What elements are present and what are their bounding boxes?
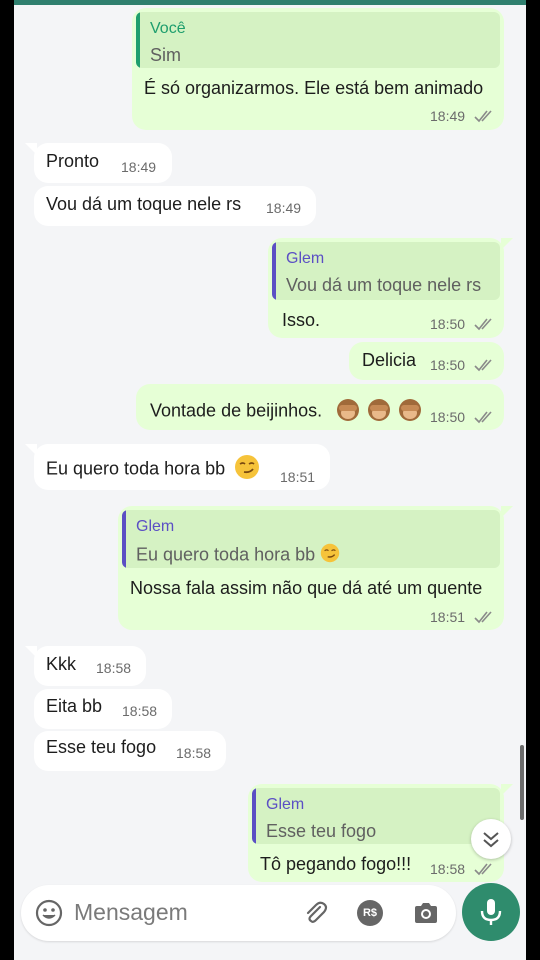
message-text: Nossa fala assim não que dá até um quent… (130, 578, 483, 598)
quote-author: Você (150, 20, 186, 37)
message-time: 18:50 (430, 357, 466, 373)
message-text: É só organizarmos. Ele está bem animado (144, 78, 484, 98)
message-time: 18:49 (121, 159, 157, 175)
message-bubble-outgoing[interactable]: Delicia 18:50 (349, 342, 504, 380)
mic-icon (480, 899, 502, 925)
message-time: 18:58 (176, 745, 212, 761)
quoted-message[interactable]: Você Sim (136, 12, 500, 68)
message-bubble-outgoing[interactable]: Glem Vou dá um toque nele rs Isso. 18:50 (268, 238, 513, 338)
emoji-icon[interactable] (34, 898, 64, 928)
message-bubble-outgoing[interactable]: Glem Eu quero toda hora bb Nossa fala as… (118, 506, 513, 630)
quoted-message[interactable]: Glem Eu quero toda hora bb (122, 510, 500, 568)
see-no-evil-monkey-icon (335, 396, 361, 427)
quote-text: Eu quero toda hora bb (136, 543, 340, 568)
quoted-message[interactable]: Glem Vou dá um toque nele rs (272, 242, 500, 300)
message-bubble-outgoing[interactable]: Vontade de beijinhos. 18:50 (136, 384, 504, 430)
message-bubble-outgoing[interactable]: Glem Esse teu fogo Tô pegando fogo!!! 18… (248, 784, 513, 882)
attach-icon[interactable] (300, 898, 330, 928)
quoted-message[interactable]: Glem Esse teu fogo (252, 788, 500, 844)
message-input[interactable]: Mensagem (74, 899, 188, 926)
scroll-to-bottom-button[interactable] (471, 819, 511, 859)
message-bubble-incoming[interactable]: Eita bb 18:58 (34, 689, 172, 729)
read-receipt-icon (474, 110, 492, 123)
read-receipt-icon (474, 611, 492, 624)
message-text-body: Eu quero toda hora bb (46, 458, 226, 479)
quote-text: Sim (150, 45, 181, 65)
smirking-face-icon (320, 543, 340, 568)
message-text: Tô pegando fogo!!! (260, 854, 412, 874)
read-receipt-icon (474, 318, 492, 331)
double-chevron-down-icon (483, 832, 499, 848)
payment-icon[interactable]: R$ (357, 900, 383, 926)
message-text: Eita bb (46, 696, 103, 716)
quote-text: Vou dá um toque nele rs (286, 275, 482, 295)
message-time: 18:51 (280, 469, 316, 485)
top-app-bar-edge (14, 0, 526, 5)
quote-bar (252, 788, 256, 844)
quote-text-body: Eu quero toda hora bb (136, 544, 316, 565)
message-text: Eu quero toda hora bb (46, 454, 260, 485)
quote-author: Glem (286, 250, 325, 267)
message-bubble-outgoing[interactable]: Você Sim É só organizarmos. Ele está bem… (132, 8, 504, 130)
quote-bar (136, 12, 140, 68)
message-text: Esse teu fogo (46, 737, 157, 757)
message-time: 18:49 (430, 108, 466, 124)
message-time: 18:58 (96, 660, 132, 676)
read-receipt-icon (474, 411, 492, 424)
message-bubble-incoming[interactable]: Esse teu fogo 18:58 (34, 731, 226, 771)
message-bubble-incoming[interactable]: Vou dá um toque nele rs 18:49 (34, 186, 316, 226)
message-time: 18:58 (122, 703, 158, 719)
message-text: Isso. (282, 310, 321, 330)
smirking-face-icon (234, 454, 260, 485)
quote-author: Glem (266, 796, 305, 813)
message-time: 18:49 (266, 200, 302, 216)
camera-icon[interactable] (411, 898, 441, 928)
chat-screen: Você Sim É só organizarmos. Ele está bem… (14, 0, 526, 960)
quote-bar (122, 510, 126, 568)
message-bubble-incoming[interactable]: Eu quero toda hora bb 18:51 (25, 444, 330, 490)
message-bubble-incoming[interactable]: Pronto 18:49 (25, 143, 172, 183)
message-composer: Mensagem R$ (21, 885, 456, 941)
message-text: Kkk (46, 654, 77, 674)
quote-bar (272, 242, 276, 300)
quote-text: Esse teu fogo (266, 821, 377, 841)
message-text: Vou dá um toque nele rs (46, 194, 242, 214)
see-no-evil-monkey-icon (397, 396, 423, 427)
message-text: Pronto (46, 151, 100, 171)
message-text: Vontade de beijinhos. (150, 396, 423, 427)
read-receipt-icon (474, 863, 492, 876)
message-bubble-incoming[interactable]: Kkk 18:58 (25, 646, 146, 686)
message-time: 18:50 (430, 316, 466, 332)
scrollbar[interactable] (520, 745, 524, 820)
read-receipt-icon (474, 359, 492, 372)
quote-author: Glem (136, 518, 175, 535)
see-no-evil-monkey-icon (366, 396, 392, 427)
message-time: 18:58 (430, 861, 466, 877)
message-time: 18:50 (430, 409, 466, 425)
message-text-body: Vontade de beijinhos. (150, 400, 323, 421)
message-text: Delicia (362, 350, 417, 370)
mic-button[interactable] (462, 883, 520, 941)
message-time: 18:51 (430, 609, 466, 625)
